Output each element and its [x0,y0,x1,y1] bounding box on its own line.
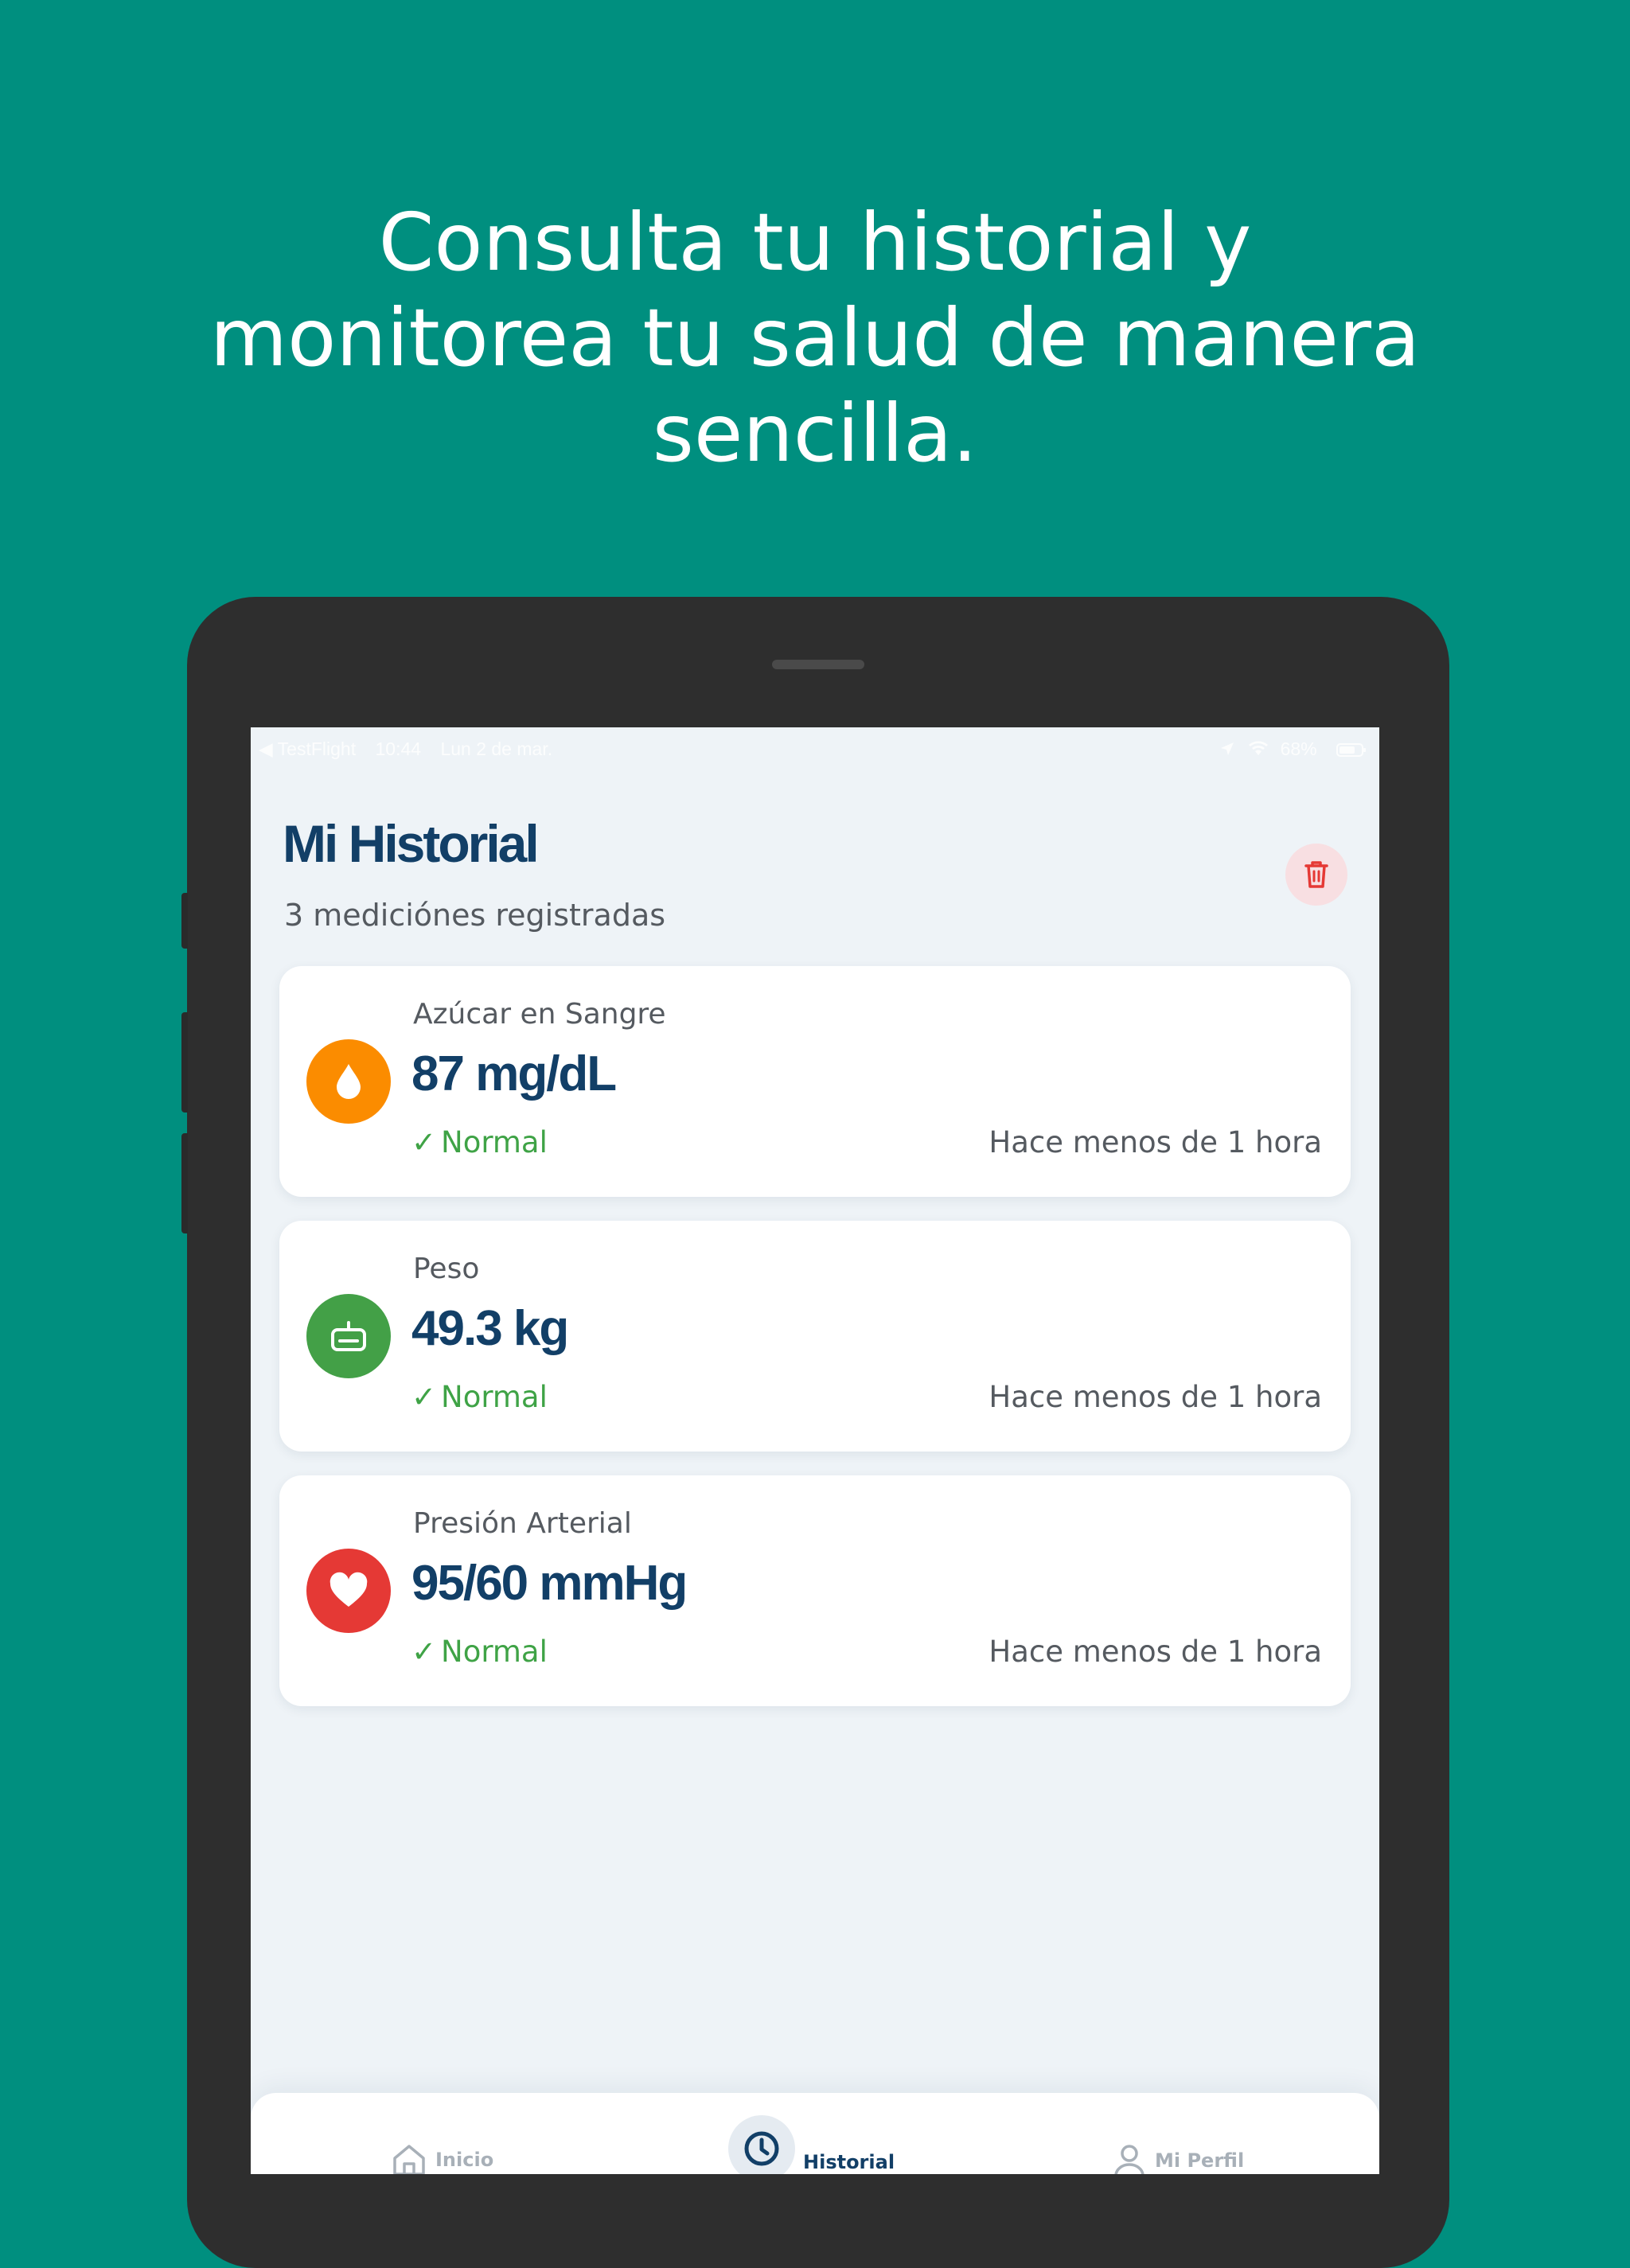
measurement-status-text: Normal [441,1380,548,1414]
measurement-card-blood-pressure[interactable]: Presión Arterial 95/60 mmHg ✓ Normal Hace… [279,1475,1351,1706]
tab-profile-label: Mi Perfil [1155,2149,1245,2172]
measurement-status-text: Normal [441,1635,548,1669]
measurement-value: 49.3 kg [411,1301,569,1356]
headline: Consulta tu historial y monitorea tu sal… [0,195,1630,481]
measurement-value: 87 mg/dL [411,1046,617,1101]
measurement-value: 95/60 mmHg [411,1556,688,1611]
tab-profile[interactable]: Mi Perfil [1112,2142,1244,2174]
blood-pressure-badge [306,1549,391,1633]
wifi-icon [1249,741,1269,755]
weight-badge [306,1294,391,1378]
blood-sugar-badge [306,1039,391,1124]
measurement-card-weight[interactable]: Peso 49.3 kg ✓ Normal Hace menos de 1 hor… [279,1221,1351,1452]
check-icon: ✓ [411,1380,437,1414]
delete-history-button[interactable] [1285,844,1347,906]
measurement-status: ✓ Normal [411,1125,548,1159]
tablet-volume-up [181,1012,188,1113]
status-date: Lun 2 de mar. [440,738,553,759]
heart-icon [330,1572,368,1607]
clock-icon [744,2131,779,2166]
measurement-status: ✓ Normal [411,1635,548,1669]
app-screen: ◀ TestFlight 10:44 Lun 2 de mar. 68% Mi … [251,727,1379,2174]
tablet-volume-down [181,1133,188,1233]
measurement-label: Peso [413,1253,480,1285]
measurement-count: 3 mediciónes registradas [284,898,666,933]
tab-home[interactable]: Inicio [391,2142,493,2174]
measurement-status-text: Normal [441,1125,548,1159]
measurement-time: Hace menos de 1 hora [989,1125,1322,1159]
measurement-card-blood-sugar[interactable]: Azúcar en Sangre 87 mg/dL ✓ Normal Hace m… [279,966,1351,1197]
status-time: 10:44 [375,738,422,759]
location-icon [1220,742,1234,755]
user-icon [1114,2145,1145,2174]
drop-icon [337,1064,361,1099]
measurement-label: Presión Arterial [413,1507,632,1540]
tab-home-label: Inicio [435,2149,494,2171]
tablet-side-button [181,893,188,949]
check-icon: ✓ [411,1635,437,1669]
back-to-app-link[interactable]: ◀ TestFlight [259,738,356,759]
tablet-speaker [772,660,864,669]
trash-icon [1304,861,1328,888]
measurement-time: Hace menos de 1 hora [989,1635,1322,1669]
headline-line-2: monitorea tu salud de manera [209,291,1421,384]
headline-line-3: sencilla. [652,387,978,480]
battery-percent: 68% [1280,738,1317,759]
battery-icon [1336,743,1366,757]
headline-line-1: Consulta tu historial y [378,196,1252,289]
bottom-tab-bar: Inicio Historial Mi Perfil [251,2093,1379,2174]
scale-icon [331,1321,366,1351]
home-icon [393,2145,425,2174]
check-icon: ✓ [411,1125,437,1159]
tab-history[interactable]: Historial [728,2115,895,2174]
tab-history-label: Historial [803,2151,895,2173]
status-bar: ◀ TestFlight 10:44 Lun 2 de mar. 68% [251,738,1379,762]
page-title: Mi Historial [283,814,540,873]
measurement-status: ✓ Normal [411,1380,548,1414]
tab-history-highlight [728,2115,795,2174]
measurement-time: Hace menos de 1 hora [989,1380,1322,1414]
measurement-label: Azúcar en Sangre [413,998,666,1031]
